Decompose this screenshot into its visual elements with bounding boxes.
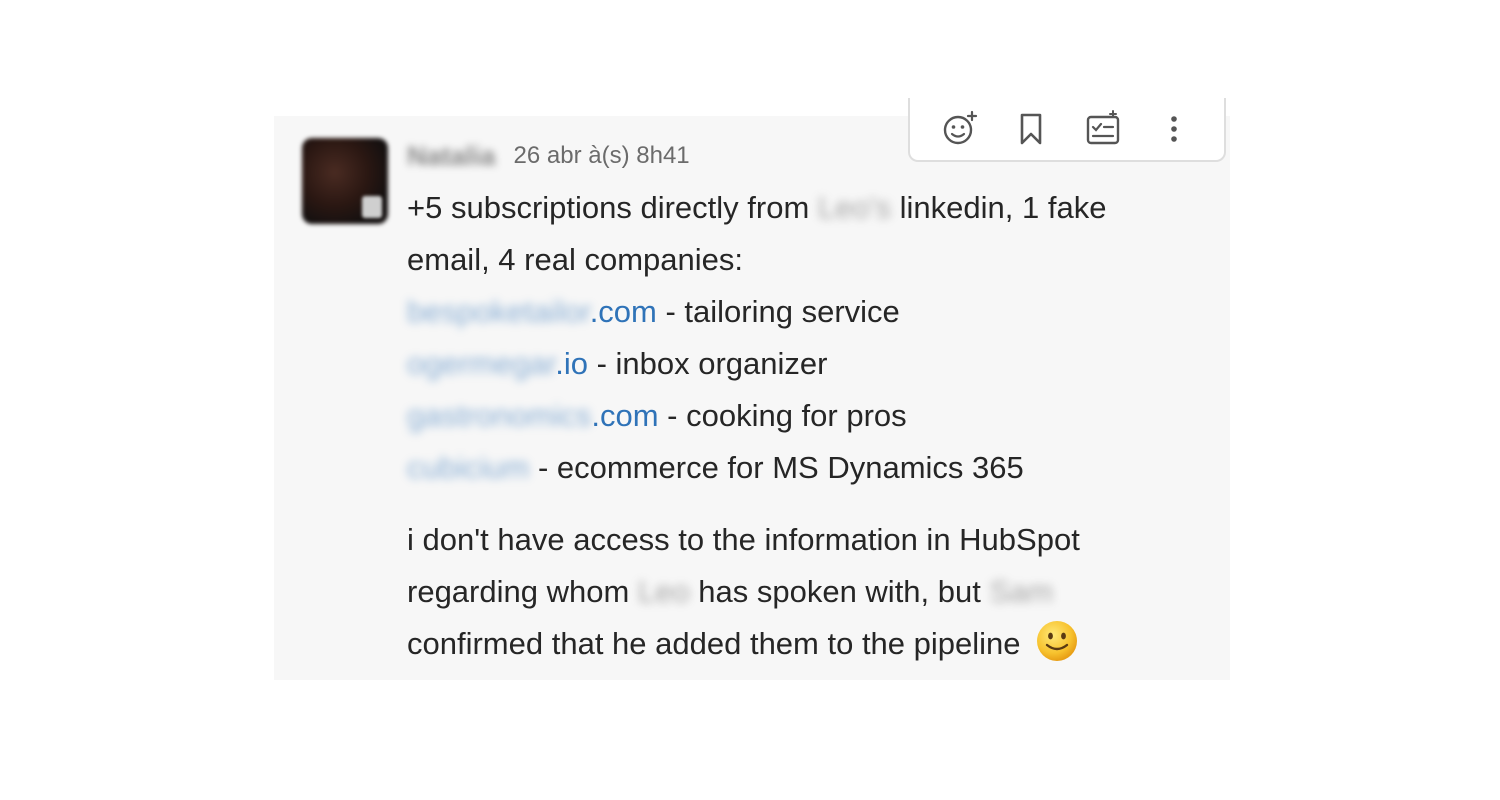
timestamp[interactable]: 26 abr à(s) 8h41 [514,142,690,170]
message-line: +5 subscriptions directly from Leo's lin… [407,182,1227,234]
message-line: i don't have access to the information i… [407,514,1227,566]
more-actions-button[interactable] [1152,107,1196,151]
company-item: bespoketailor.com - tailoring service [407,286,1227,338]
bookmark-icon [1020,113,1042,145]
redacted-link: ogermegar [407,346,556,381]
company-item: ogermegar.io - inbox organizer [407,338,1227,390]
company-link[interactable]: bespoketailor.com [407,294,657,329]
message-body: +5 subscriptions directly from Leo's lin… [407,182,1227,670]
company-link[interactable]: gastronomics.com [407,398,659,433]
message-text: has spoken with, but [689,574,990,609]
company-link[interactable]: cubicium [407,450,529,485]
sender-name[interactable]: Natalia [407,141,496,172]
company-description: - cooking for pros [658,398,907,433]
link-text: .io [555,346,588,381]
message-text: +5 subscriptions directly from [407,190,818,225]
message-header: Natalia 26 abr à(s) 8h41 [407,138,690,174]
add-reaction-button[interactable] [938,107,982,151]
slightly-smiling-face-icon[interactable] [1035,619,1079,663]
message-text: regarding whom [407,574,638,609]
task-icon [1086,110,1119,145]
more-vertical-icon [1171,116,1178,142]
message-line: confirmed that he added them to the pipe… [407,618,1227,670]
message-text: email, 4 real companies: [407,242,743,277]
redacted-link: gastronomics [407,398,592,433]
redacted-link: bespoketailor [407,294,590,329]
message-text: confirmed that he added them to the pipe… [407,626,1021,661]
company-description: - tailoring service [656,294,900,329]
redacted-link: cubicium [407,450,530,485]
create-task-button[interactable] [1081,107,1125,151]
message-text: linkedin, 1 fake [891,190,1107,225]
message-container: Natalia 26 abr à(s) 8h41 +5 subscription… [274,116,1230,680]
message-text: i don't have access to the information i… [407,522,1080,557]
bookmark-button[interactable] [1009,107,1053,151]
company-item: cubicium - ecommerce for MS Dynamics 365 [407,442,1227,494]
presence-indicator [362,196,382,218]
link-text: .com [591,398,659,433]
redacted-name: Leo's [817,190,892,225]
redacted-name: Sam [989,574,1054,609]
redacted-name: Leo [637,574,690,609]
company-item: gastronomics.com - cooking for pros [407,390,1227,442]
message-line: regarding whom Leo has spoken with, but … [407,566,1227,618]
link-text: .com [589,294,657,329]
message-actions-toolbar [908,98,1226,162]
company-description: - ecommerce for MS Dynamics 365 [529,450,1024,485]
company-link[interactable]: ogermegar.io [407,346,588,381]
company-description: - inbox organizer [587,346,828,381]
message-line: email, 4 real companies: [407,234,1227,286]
add-reaction-icon [943,110,977,145]
